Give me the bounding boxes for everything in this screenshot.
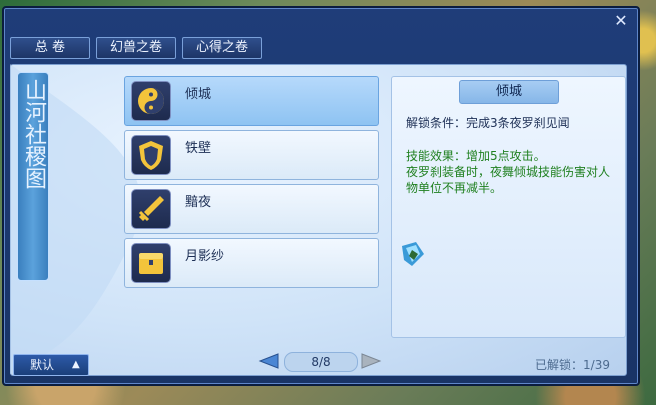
detail-title: 倾城 bbox=[459, 80, 559, 104]
prev-page-icon[interactable] bbox=[258, 352, 280, 370]
effect-label: 技能效果： bbox=[406, 149, 467, 163]
yin-yang-icon bbox=[131, 81, 171, 121]
card-label: 倾城 bbox=[185, 87, 212, 102]
next-page-icon[interactable] bbox=[360, 352, 382, 370]
scroll-title: 山河社稷图 bbox=[21, 79, 46, 189]
crystal-icon bbox=[402, 242, 424, 266]
card-yueyingsha[interactable]: 月影纱 bbox=[124, 238, 379, 288]
card-qingcheng[interactable]: 倾城 bbox=[124, 76, 379, 126]
card-label: 铁壁 bbox=[185, 141, 212, 156]
caret-up-icon: ▲ bbox=[72, 359, 80, 370]
unlock-label: 解锁条件： bbox=[406, 116, 467, 130]
tab-all-volume[interactable]: 总 卷 bbox=[10, 37, 90, 59]
effect-value: 增加5点攻击。 bbox=[466, 149, 546, 163]
unlocked-count: 已解锁：1/39 bbox=[535, 356, 610, 373]
tab-bar: 总 卷 幻兽之卷 心得之卷 bbox=[10, 37, 262, 59]
page-indicator: 8/8 bbox=[284, 352, 358, 372]
sort-label: 默认 bbox=[30, 358, 55, 372]
card-tiebi[interactable]: 铁壁 bbox=[124, 130, 379, 180]
close-button[interactable]: ✕ bbox=[611, 12, 631, 30]
close-icon: ✕ bbox=[614, 11, 628, 30]
sword-icon bbox=[131, 189, 171, 229]
unlock-value: 完成3条夜罗刹见闻 bbox=[466, 116, 570, 130]
chest-icon bbox=[131, 243, 171, 283]
unlock-condition: 解锁条件：完成3条夜罗刹见闻 bbox=[406, 114, 570, 131]
unlocked-label: 已解锁： bbox=[535, 358, 584, 372]
scroll-banner: 山河社稷图 bbox=[17, 72, 49, 281]
card-label: 月影纱 bbox=[185, 249, 225, 264]
skill-effect: 技能效果：增加5点攻击。 夜罗刹装备时，夜舞倾城技能伤害对人物单位不再减半。 bbox=[406, 148, 611, 196]
tab-insight-volume[interactable]: 心得之卷 bbox=[182, 37, 262, 59]
shield-icon bbox=[131, 135, 171, 175]
card-label: 黯夜 bbox=[185, 195, 212, 210]
effect-description: 夜罗刹装备时，夜舞倾城技能伤害对人物单位不再减半。 bbox=[406, 165, 611, 195]
unlocked-value: 1/39 bbox=[583, 358, 610, 372]
card-anye[interactable]: 黯夜 bbox=[124, 184, 379, 234]
tab-beast-volume[interactable]: 幻兽之卷 bbox=[96, 37, 176, 59]
sort-dropdown[interactable]: 默认 ▲ bbox=[13, 354, 89, 376]
